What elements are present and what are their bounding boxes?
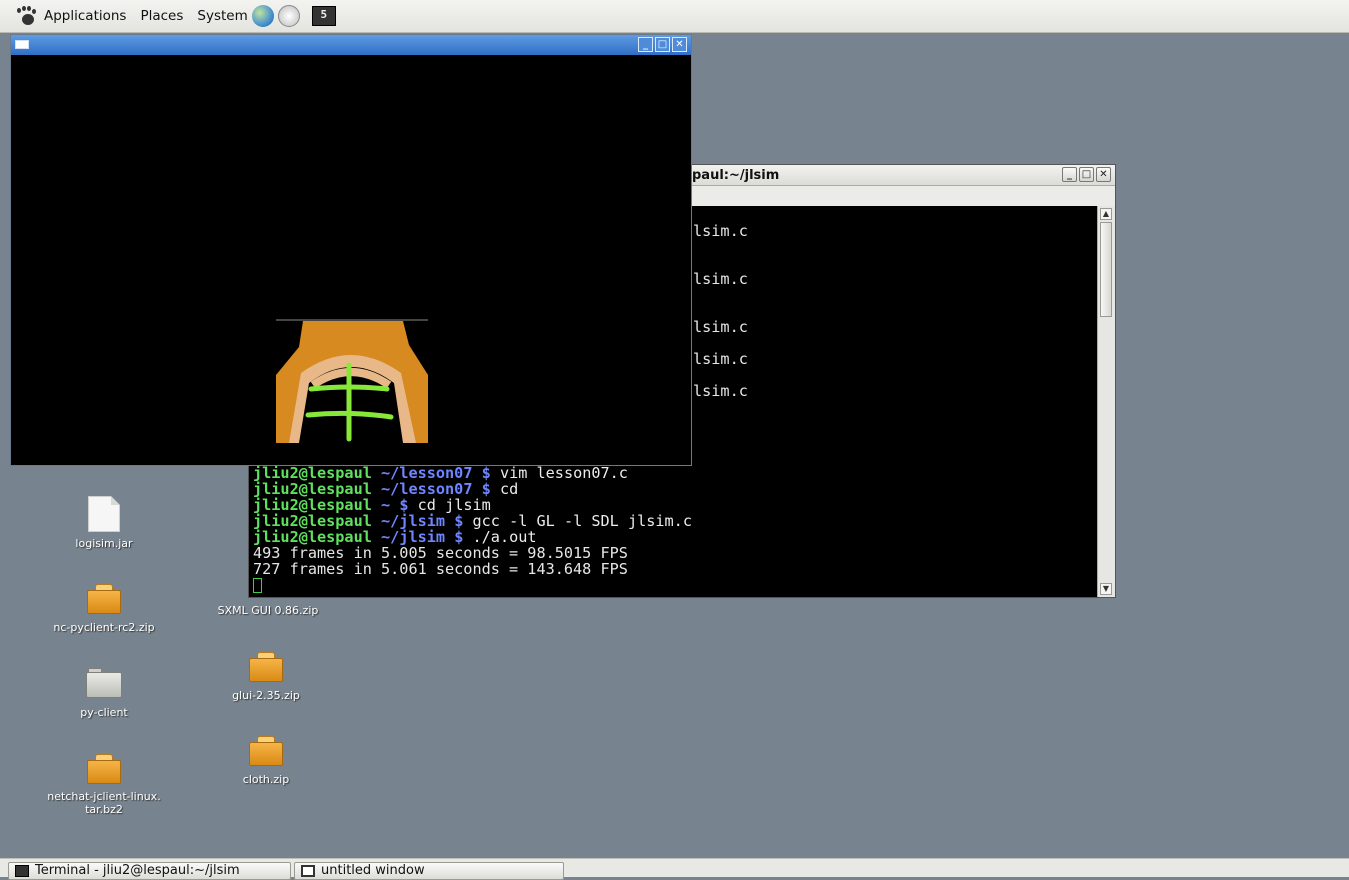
document-icon bbox=[88, 496, 120, 532]
menu-places[interactable]: Places bbox=[140, 8, 183, 24]
terminal-partial-line: lsim.c bbox=[693, 350, 748, 368]
archive-icon bbox=[87, 754, 121, 784]
desktop-icon-py-client[interactable]: py-client bbox=[52, 668, 156, 719]
archive-icon bbox=[87, 584, 121, 614]
terminal-cursor-line bbox=[253, 577, 262, 593]
web-browser-icon[interactable] bbox=[251, 5, 274, 27]
terminal-line: jliu2@lespaul ~/jlsim $ ./a.out bbox=[253, 528, 537, 546]
menu-system[interactable]: System bbox=[197, 8, 247, 24]
folder-icon bbox=[86, 668, 122, 698]
gnome-foot-icon[interactable] bbox=[16, 6, 38, 26]
menu-applications[interactable]: Applications bbox=[44, 8, 126, 24]
terminal-partial-line: lsim.c bbox=[693, 318, 748, 336]
gl-render-canvas[interactable] bbox=[11, 55, 691, 465]
taskbar-item-untitled-window[interactable]: untitled window bbox=[294, 862, 564, 880]
archive-icon bbox=[249, 652, 283, 682]
cloth-render bbox=[276, 319, 428, 443]
desktop-icon-cloth[interactable]: cloth.zip bbox=[214, 736, 318, 786]
maximize-button[interactable]: □ bbox=[655, 37, 670, 52]
bottom-panel: Terminal - jliu2@lespaul:~/jlsim untitle… bbox=[0, 858, 1349, 880]
terminal-partial-line: lsim.c bbox=[693, 382, 748, 400]
terminal-launcher-icon[interactable]: 5 bbox=[311, 6, 336, 26]
top-panel: Applications Places System 5 bbox=[0, 0, 1349, 33]
terminal-line: jliu2@lespaul ~ $ cd jlsim bbox=[253, 496, 491, 514]
minimize-button[interactable]: _ bbox=[1062, 167, 1077, 182]
window-icon bbox=[301, 865, 315, 877]
terminal-line: jliu2@lespaul ~/lesson07 $ cd bbox=[253, 480, 519, 498]
close-button[interactable]: ✕ bbox=[672, 37, 687, 52]
terminal-line: jliu2@lespaul ~/jlsim $ gcc -l GL -l SDL… bbox=[253, 512, 692, 530]
desktop-icon-glui[interactable]: glui-2.35.zip bbox=[214, 652, 318, 702]
terminal-partial-line: lsim.c bbox=[693, 222, 748, 240]
window-menu-icon[interactable] bbox=[15, 40, 29, 49]
terminal-scrollbar[interactable]: ▲ ▼ bbox=[1097, 206, 1115, 597]
close-button[interactable]: ✕ bbox=[1096, 167, 1111, 182]
scroll-down-arrow[interactable]: ▼ bbox=[1100, 583, 1112, 595]
email-client-icon[interactable] bbox=[277, 5, 300, 27]
terminal-icon bbox=[15, 865, 29, 877]
desktop-icon-netchat[interactable]: netchat-jclient-linux. tar.bz2 bbox=[20, 754, 188, 816]
terminal-title: paul:~/jlsim bbox=[692, 168, 780, 183]
desktop-icon-nc-pyclient[interactable]: nc-pyclient-rc2.zip bbox=[36, 584, 172, 634]
terminal-cursor bbox=[253, 578, 262, 593]
gl-window-titlebar[interactable]: _ □ ✕ bbox=[11, 35, 691, 55]
desktop-icon-logisim[interactable]: logisim.jar bbox=[52, 496, 156, 550]
desktop-icon-sxml-gui[interactable]: SXML GUI 0.86.zip bbox=[196, 604, 340, 617]
taskbar-item-terminal[interactable]: Terminal - jliu2@lespaul:~/jlsim bbox=[8, 862, 291, 880]
scroll-thumb[interactable] bbox=[1100, 222, 1112, 317]
gl-window: _ □ ✕ bbox=[10, 34, 692, 466]
terminal-line: jliu2@lespaul ~/lesson07 $ vim lesson07.… bbox=[253, 464, 628, 482]
terminal-output-line: 727 frames in 5.061 seconds = 143.648 FP… bbox=[253, 560, 628, 578]
maximize-button[interactable]: □ bbox=[1079, 167, 1094, 182]
terminal-output-line: 493 frames in 5.005 seconds = 98.5015 FP… bbox=[253, 544, 628, 562]
terminal-partial-line: lsim.c bbox=[693, 270, 748, 288]
archive-icon bbox=[249, 736, 283, 766]
scroll-up-arrow[interactable]: ▲ bbox=[1100, 208, 1112, 220]
minimize-button[interactable]: _ bbox=[638, 37, 653, 52]
